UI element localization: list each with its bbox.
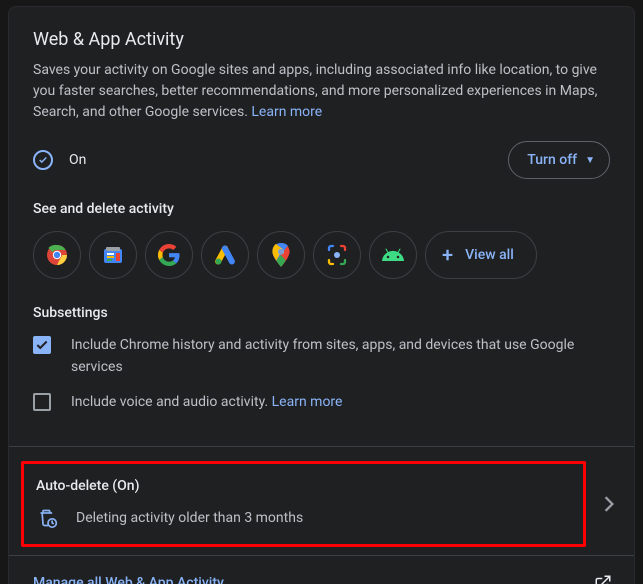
- lens-icon: [325, 243, 349, 267]
- auto-delete-icon: [38, 508, 58, 528]
- ads-icon: [213, 243, 237, 267]
- subsetting-row-1: Include voice and audio activity. Learn …: [33, 392, 610, 414]
- see-delete-heading: See and delete activity: [33, 201, 610, 217]
- page-title: Web & App Activity: [33, 29, 610, 50]
- app-ads[interactable]: [201, 231, 249, 279]
- footer-row: Manage all Web & App Activity: [9, 555, 634, 584]
- auto-delete-heading: Auto-delete (On): [36, 478, 573, 494]
- highlight-box: Auto-delete (On) Deleting activity older…: [21, 461, 586, 547]
- app-news[interactable]: [89, 231, 137, 279]
- turn-off-label: Turn off: [527, 152, 577, 168]
- auto-delete-row: Deleting activity older than 3 months: [38, 508, 573, 528]
- view-all-label: View all: [465, 247, 514, 263]
- turn-off-button[interactable]: Turn off ▼: [508, 141, 610, 179]
- chrome-icon: [45, 243, 69, 267]
- checkbox-voice-audio[interactable]: [33, 393, 51, 411]
- subsetting-label-0: Include Chrome history and activity from…: [71, 335, 610, 378]
- app-icons-row: + View all: [33, 231, 610, 279]
- divider: [9, 446, 634, 447]
- manage-activity-link[interactable]: Manage all Web & App Activity: [33, 575, 224, 584]
- app-maps[interactable]: [257, 231, 305, 279]
- status-label: On: [69, 152, 86, 168]
- description: Saves your activity on Google sites and …: [33, 60, 610, 123]
- subsetting-label-1: Include voice and audio activity. Learn …: [71, 392, 342, 414]
- chevron-right-icon[interactable]: [604, 496, 614, 512]
- subsetting-text-1: Include voice and audio activity.: [71, 394, 272, 410]
- app-android[interactable]: [369, 231, 417, 279]
- status-row: On Turn off ▼: [33, 141, 610, 179]
- app-chrome[interactable]: [33, 231, 81, 279]
- card-header-section: Web & App Activity Saves your activity o…: [9, 7, 634, 436]
- news-icon: [101, 243, 125, 267]
- auto-delete-section[interactable]: Auto-delete (On) Deleting activity older…: [9, 461, 634, 547]
- learn-more-link[interactable]: Learn more: [251, 104, 322, 120]
- view-all-button[interactable]: + View all: [425, 231, 537, 279]
- dropdown-arrow-icon: ▼: [585, 155, 595, 166]
- activity-card: Web & App Activity Saves your activity o…: [8, 6, 635, 584]
- android-icon: [381, 243, 405, 267]
- plus-icon: +: [442, 245, 453, 265]
- open-external-icon[interactable]: [594, 574, 612, 584]
- voice-learn-more-link[interactable]: Learn more: [272, 394, 343, 410]
- subsettings-heading: Subsettings: [33, 305, 610, 321]
- status-on-icon: [33, 150, 53, 170]
- auto-delete-status: Deleting activity older than 3 months: [76, 510, 303, 526]
- subsetting-row-0: Include Chrome history and activity from…: [33, 335, 610, 378]
- app-lens[interactable]: [313, 231, 361, 279]
- checkbox-chrome-history[interactable]: [33, 336, 51, 354]
- google-icon: [158, 244, 180, 266]
- maps-icon: [270, 243, 292, 267]
- app-google[interactable]: [145, 231, 193, 279]
